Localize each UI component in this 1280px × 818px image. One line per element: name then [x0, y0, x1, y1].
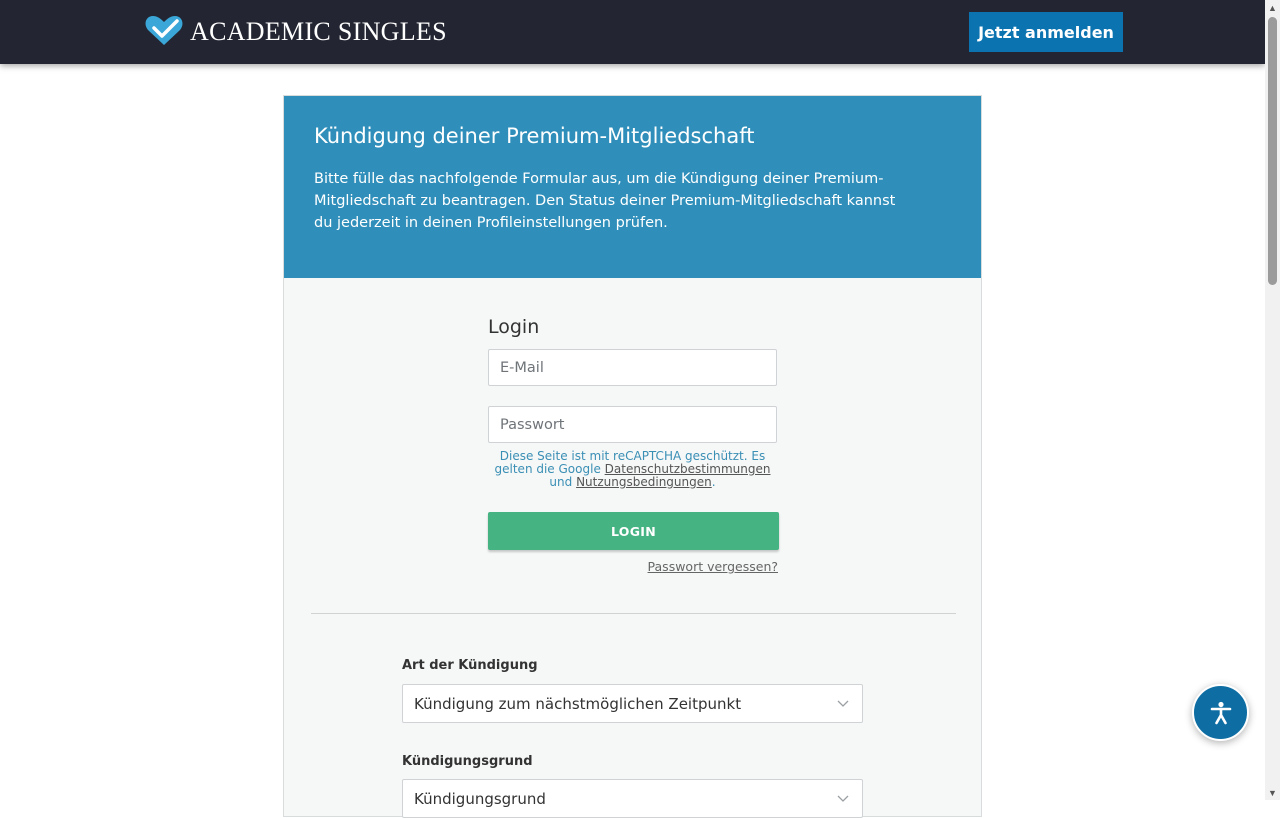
password-input[interactable]	[488, 406, 777, 443]
cancellation-type-label: Art der Kündigung	[402, 658, 538, 673]
scroll-thumb[interactable]	[1268, 17, 1277, 285]
recaptcha-text-and: und	[549, 475, 577, 489]
card-header: Kündigung deiner Premium-Mitgliedschaft …	[284, 96, 981, 278]
site-logo[interactable]: ACADEMIC SINGLES	[144, 14, 447, 50]
site-header: ACADEMIC SINGLES Jetzt anmelden	[0, 0, 1265, 64]
scroll-down-icon[interactable]: ▼	[1265, 785, 1280, 800]
register-now-button[interactable]: Jetzt anmelden	[969, 12, 1123, 52]
terms-link[interactable]: Nutzungsbedingungen	[576, 475, 712, 489]
scroll-up-icon[interactable]: ▲	[1265, 0, 1280, 15]
recaptcha-text-end: .	[711, 475, 716, 489]
privacy-link[interactable]: Datenschutzbestimmungen	[605, 462, 771, 476]
cancellation-type-select[interactable]: Kündigung zum nächstmöglichen Zeitpunkt	[402, 684, 863, 723]
cancellation-reason-select[interactable]: Kündigungsgrund	[402, 779, 863, 818]
accessibility-person-icon	[1210, 701, 1231, 724]
page-scrollbar[interactable]: ▲ ▼	[1265, 0, 1280, 800]
section-divider	[311, 613, 956, 614]
cancellation-reason-label: Kündigungsgrund	[402, 754, 533, 769]
login-button[interactable]: LOGIN	[488, 512, 779, 550]
accessibility-button[interactable]	[1192, 684, 1249, 741]
forgot-password-link[interactable]: Passwort vergessen?	[588, 559, 778, 574]
cancellation-type-value: Kündigung zum nächstmöglichen Zeitpunkt	[414, 695, 742, 713]
heart-check-icon	[144, 13, 184, 52]
chevron-down-icon	[837, 700, 849, 707]
cancellation-reason-value: Kündigungsgrund	[414, 790, 546, 808]
email-input[interactable]	[488, 349, 777, 386]
cancellation-card: Kündigung deiner Premium-Mitgliedschaft …	[283, 95, 982, 818]
chevron-down-icon	[837, 795, 849, 802]
logo-text: ACADEMIC SINGLES	[190, 17, 447, 46]
login-heading: Login	[488, 316, 540, 338]
page-title: Kündigung deiner Premium-Mitgliedschaft	[314, 124, 755, 148]
recaptcha-notice: Diese Seite ist mit reCAPTCHA geschützt.…	[488, 450, 777, 489]
intro-text: Bitte fülle das nachfolgende Formular au…	[314, 171, 896, 231]
